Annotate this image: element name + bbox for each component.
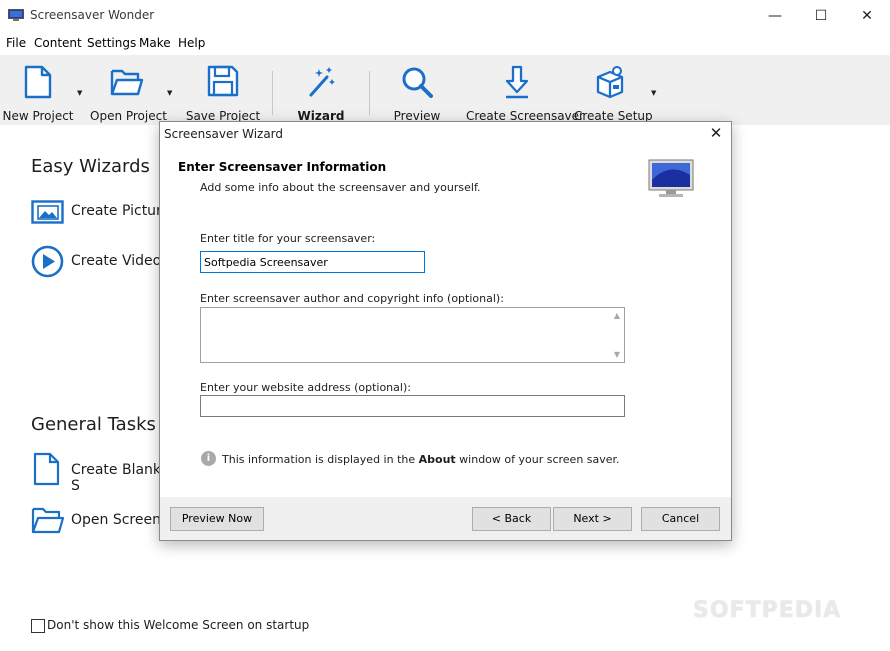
menu-bar: File Content Settings Make Help <box>0 31 890 55</box>
menu-file[interactable]: File <box>6 36 26 50</box>
next-button[interactable]: Next > <box>553 507 632 531</box>
dialog-footer: Preview Now < Back Next > Cancel <box>160 497 731 540</box>
author-copyright-textarea[interactable]: ▲ ▼ <box>200 307 625 363</box>
preview-now-button[interactable]: Preview Now <box>170 507 264 531</box>
setup-package-icon <box>596 66 624 99</box>
menu-settings[interactable]: Settings <box>87 36 136 50</box>
cancel-button[interactable]: Cancel <box>641 507 720 531</box>
create-picture-label: Create Picture <box>71 203 171 219</box>
save-disk-icon <box>207 65 239 97</box>
open-folder-icon <box>110 69 144 96</box>
download-arrow-icon <box>505 65 529 99</box>
author-field-label: Enter screensaver author and copyright i… <box>200 292 504 305</box>
scroll-down-icon[interactable]: ▼ <box>614 350 620 359</box>
new-project-dropdown-icon[interactable]: ▼ <box>77 89 82 97</box>
create-setup-dropdown-icon[interactable]: ▼ <box>651 89 656 97</box>
screensaver-wizard-dialog: Screensaver Wizard ✕ Enter Screensaver I… <box>159 121 732 541</box>
create-screensaver-button[interactable]: Create Screensaver <box>466 55 584 125</box>
magnifier-icon <box>402 67 433 98</box>
screensaver-title-input[interactable] <box>200 251 425 273</box>
toolbar-separator <box>272 71 273 115</box>
minimize-button[interactable]: — <box>752 0 798 31</box>
blank-document-icon <box>33 452 60 486</box>
close-button[interactable]: ✕ <box>844 0 890 31</box>
info-text-suffix: window of your screen saver. <box>455 453 620 466</box>
create-picture-link[interactable]: Create Picture <box>31 198 171 226</box>
title-field-label: Enter title for your screensaver: <box>200 232 376 245</box>
save-project-button[interactable]: Save Project <box>184 55 262 125</box>
create-video-label: Create Video <box>71 253 162 269</box>
info-text-prefix: This information is displayed in the <box>222 453 419 466</box>
picture-icon <box>31 200 64 224</box>
title-bar: Screensaver Wonder — ☐ ✕ <box>0 0 890 31</box>
create-blank-link[interactable]: Create Blank S <box>31 452 171 494</box>
menu-help[interactable]: Help <box>178 36 205 50</box>
scroll-up-icon[interactable]: ▲ <box>614 311 620 320</box>
create-video-link[interactable]: Create Video <box>31 245 171 278</box>
general-tasks-heading: General Tasks <box>31 414 156 435</box>
menu-make[interactable]: Make <box>139 36 171 50</box>
open-project-label: Open Project <box>90 109 167 123</box>
open-project-dropdown-icon[interactable]: ▼ <box>167 89 172 97</box>
dialog-subheading: Add some info about the screensaver and … <box>200 181 481 194</box>
open-folder-icon <box>31 507 65 534</box>
new-document-icon <box>24 65 52 99</box>
preview-button[interactable]: Preview <box>386 55 448 125</box>
info-icon: i <box>201 451 216 466</box>
startup-checkbox[interactable] <box>31 619 45 633</box>
open-screensaver-label: Open Screens <box>71 512 169 528</box>
dialog-heading: Enter Screensaver Information <box>178 160 387 174</box>
magic-wand-icon <box>309 67 335 97</box>
open-project-button[interactable]: Open Project <box>90 55 167 125</box>
new-project-label: New Project <box>2 109 74 123</box>
app-monitor-icon <box>8 9 24 21</box>
info-text: This information is displayed in the Abo… <box>222 453 620 466</box>
dialog-title: Screensaver Wizard <box>164 127 284 141</box>
wizard-button[interactable]: Wizard <box>288 55 354 125</box>
menu-content[interactable]: Content <box>34 36 82 50</box>
play-circle-icon <box>31 245 64 278</box>
toolbar: New Project ▼ Open Project ▼ Save Projec… <box>0 55 890 125</box>
new-project-button[interactable]: New Project <box>0 55 76 125</box>
toolbar-separator <box>369 71 370 115</box>
website-field-label: Enter your website address (optional): <box>200 381 411 394</box>
window-title: Screensaver Wonder <box>30 8 155 22</box>
startup-checkbox-label[interactable]: Don't show this Welcome Screen on startu… <box>47 618 309 632</box>
info-text-bold: About <box>418 453 456 466</box>
softpedia-watermark: SOFTPEDIA <box>693 598 842 623</box>
monitor-icon <box>648 159 694 197</box>
create-blank-label: Create Blank S <box>71 462 162 494</box>
open-screensaver-link[interactable]: Open Screens <box>31 505 171 535</box>
back-button[interactable]: < Back <box>472 507 551 531</box>
create-setup-button[interactable]: Create Setup <box>574 55 653 125</box>
dialog-close-button[interactable]: ✕ <box>706 124 726 144</box>
website-address-input[interactable] <box>200 395 625 417</box>
maximize-button[interactable]: ☐ <box>798 0 844 31</box>
easy-wizards-heading: Easy Wizards <box>31 156 150 177</box>
